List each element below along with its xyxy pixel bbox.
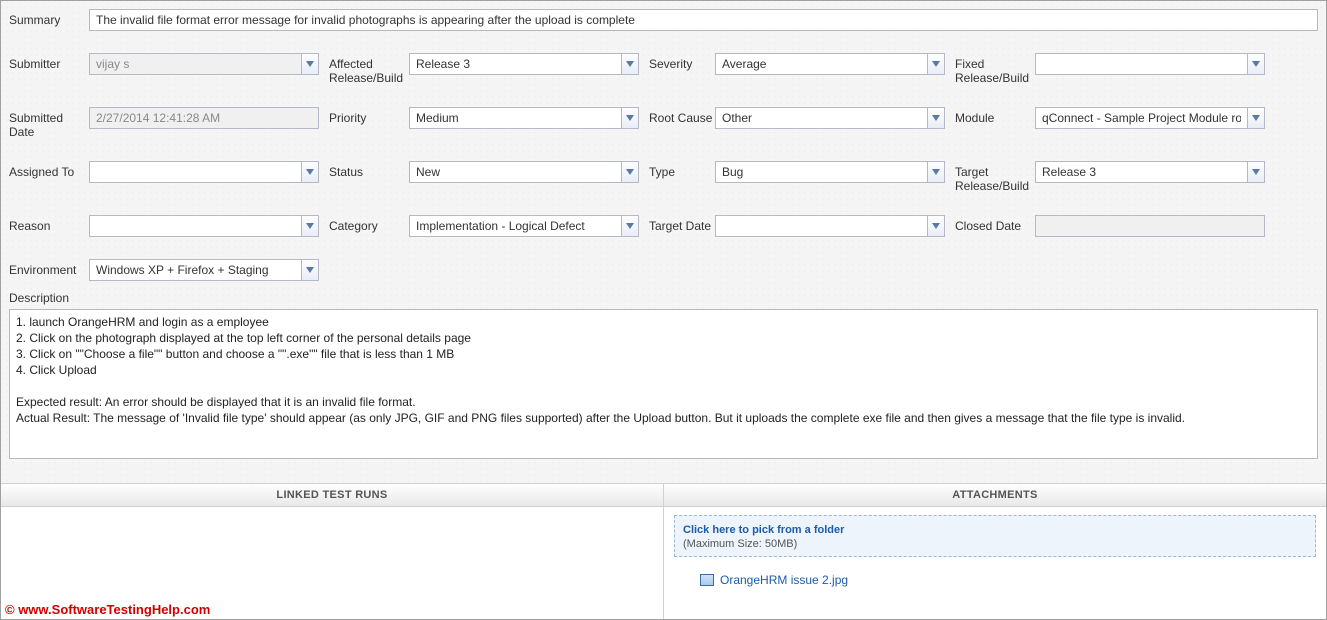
fixed-label: Fixed Release/Build	[945, 53, 1035, 85]
reason-combo[interactable]	[89, 215, 319, 237]
chevron-down-icon[interactable]	[301, 215, 319, 237]
category-label: Category	[319, 215, 409, 233]
priority-input[interactable]	[409, 107, 621, 129]
root-cause-combo[interactable]	[715, 107, 945, 129]
upload-hint: (Maximum Size: 50MB)	[683, 538, 797, 550]
upload-dropzone[interactable]: Click here to pick from a folder (Maximu…	[674, 515, 1316, 557]
target-label: Target Release/Build	[945, 161, 1035, 193]
assigned-to-combo[interactable]	[89, 161, 319, 183]
status-combo[interactable]	[409, 161, 639, 183]
fixed-input[interactable]	[1035, 53, 1247, 75]
chevron-down-icon[interactable]	[301, 259, 319, 281]
description-textarea[interactable]: 1. launch OrangeHRM and login as a emplo…	[9, 309, 1318, 459]
type-combo[interactable]	[715, 161, 945, 183]
target-date-combo[interactable]	[715, 215, 945, 237]
target-date-input[interactable]	[715, 215, 927, 237]
category-combo[interactable]	[409, 215, 639, 237]
chevron-down-icon[interactable]	[621, 53, 639, 75]
severity-combo[interactable]	[715, 53, 945, 75]
status-label: Status	[319, 161, 409, 179]
chevron-down-icon[interactable]	[301, 53, 319, 75]
submitter-combo[interactable]	[89, 53, 319, 75]
category-input[interactable]	[409, 215, 621, 237]
reason-input[interactable]	[89, 215, 301, 237]
root-cause-label: Root Cause	[639, 107, 715, 125]
attachments-panel: ATTACHMENTS Click here to pick from a fo…	[664, 484, 1326, 619]
description-label: Description	[9, 291, 1318, 305]
severity-label: Severity	[639, 53, 715, 71]
linked-test-runs-panel: LINKED TEST RUNS	[1, 484, 664, 619]
fixed-combo[interactable]	[1035, 53, 1265, 75]
assigned-to-label: Assigned To	[9, 161, 89, 179]
priority-combo[interactable]	[409, 107, 639, 129]
attachment-item: OrangeHRM issue 2.jpg	[674, 573, 1316, 587]
module-input[interactable]	[1035, 107, 1247, 129]
chevron-down-icon[interactable]	[927, 161, 945, 183]
attachments-header: ATTACHMENTS	[664, 484, 1326, 507]
attachment-link[interactable]: OrangeHRM issue 2.jpg	[720, 573, 848, 587]
submitted-date-label: Submitted Date	[9, 107, 89, 139]
module-label: Module	[945, 107, 1035, 125]
submitter-input	[89, 53, 301, 75]
root-cause-input[interactable]	[715, 107, 927, 129]
chevron-down-icon[interactable]	[927, 107, 945, 129]
chevron-down-icon[interactable]	[927, 215, 945, 237]
assigned-to-input[interactable]	[89, 161, 301, 183]
type-input[interactable]	[715, 161, 927, 183]
reason-label: Reason	[9, 215, 89, 233]
summary-label: Summary	[9, 9, 89, 27]
closed-date-label: Closed Date	[945, 215, 1035, 233]
chevron-down-icon[interactable]	[927, 53, 945, 75]
closed-date-input	[1035, 215, 1265, 237]
linked-test-runs-header: LINKED TEST RUNS	[1, 484, 663, 507]
summary-input[interactable]	[89, 9, 1318, 31]
module-combo[interactable]	[1035, 107, 1265, 129]
submitter-label: Submitter	[9, 53, 89, 71]
target-date-label: Target Date	[639, 215, 715, 233]
chevron-down-icon[interactable]	[1247, 107, 1265, 129]
chevron-down-icon[interactable]	[621, 161, 639, 183]
priority-label: Priority	[319, 107, 409, 125]
environment-combo[interactable]	[89, 259, 319, 281]
watermark: © www.SoftwareTestingHelp.com	[5, 602, 210, 617]
environment-input[interactable]	[89, 259, 301, 281]
severity-input[interactable]	[715, 53, 927, 75]
chevron-down-icon[interactable]	[1247, 53, 1265, 75]
chevron-down-icon[interactable]	[1247, 161, 1265, 183]
submitted-date-input	[89, 107, 319, 129]
type-label: Type	[639, 161, 715, 179]
affected-input[interactable]	[409, 53, 621, 75]
environment-label: Environment	[9, 259, 89, 277]
upload-link[interactable]: Click here to pick from a folder	[683, 524, 844, 536]
target-input[interactable]	[1035, 161, 1247, 183]
image-file-icon	[700, 574, 714, 586]
chevron-down-icon[interactable]	[621, 107, 639, 129]
status-input[interactable]	[409, 161, 621, 183]
target-combo[interactable]	[1035, 161, 1265, 183]
chevron-down-icon[interactable]	[301, 161, 319, 183]
affected-label: Affected Release/Build	[319, 53, 409, 85]
chevron-down-icon[interactable]	[621, 215, 639, 237]
affected-combo[interactable]	[409, 53, 639, 75]
